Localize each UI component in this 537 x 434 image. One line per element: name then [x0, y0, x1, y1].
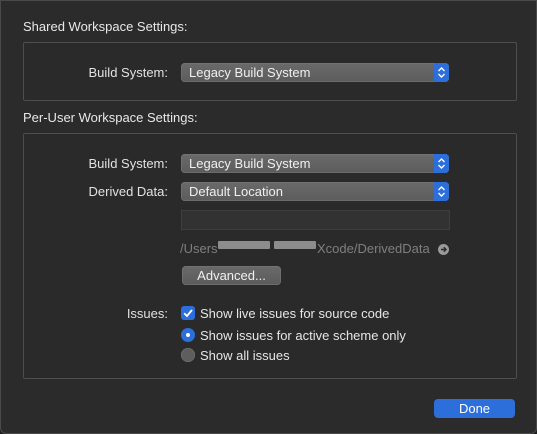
active-scheme-radio[interactable]: [181, 328, 195, 342]
per-user-build-system-value: Legacy Build System: [189, 156, 311, 171]
chevron-up-down-icon: [434, 154, 449, 173]
per-user-build-system-label: Build System:: [88, 156, 168, 171]
derived-data-path-prefix: /Users: [180, 241, 218, 256]
redacted-path-segment: [274, 241, 316, 249]
issues-label: Issues:: [126, 306, 168, 321]
shared-build-system-popup[interactable]: Legacy Build System: [181, 63, 449, 82]
derived-data-popup[interactable]: Default Location: [181, 182, 449, 201]
reveal-in-finder-arrow-icon[interactable]: [438, 244, 449, 255]
per-user-settings-title: Per-User Workspace Settings:: [23, 110, 198, 125]
shared-build-system-value: Legacy Build System: [189, 65, 311, 80]
active-scheme-label[interactable]: Show issues for active scheme only: [200, 328, 406, 343]
per-user-build-system-popup[interactable]: Legacy Build System: [181, 154, 449, 173]
all-issues-label[interactable]: Show all issues: [200, 348, 290, 363]
live-issues-checkbox[interactable]: [181, 306, 195, 320]
shared-settings-title: Shared Workspace Settings:: [23, 19, 188, 34]
derived-data-value: Default Location: [189, 184, 283, 199]
checkmark-icon: [183, 309, 193, 318]
done-button[interactable]: Done: [434, 399, 515, 418]
chevron-up-down-icon: [434, 182, 449, 201]
chevron-up-down-icon: [434, 63, 449, 82]
derived-data-path-suffix: Xcode/DerivedData: [317, 241, 430, 256]
custom-derived-data-path-field[interactable]: [181, 210, 450, 230]
workspace-settings-sheet: Shared Workspace Settings: Build System:…: [0, 0, 537, 434]
advanced-button[interactable]: Advanced...: [182, 266, 281, 285]
redacted-username: [218, 241, 270, 249]
shared-build-system-label: Build System:: [88, 65, 168, 80]
all-issues-radio[interactable]: [181, 348, 195, 362]
derived-data-label: Derived Data:: [88, 184, 168, 199]
live-issues-label[interactable]: Show live issues for source code: [200, 306, 389, 321]
